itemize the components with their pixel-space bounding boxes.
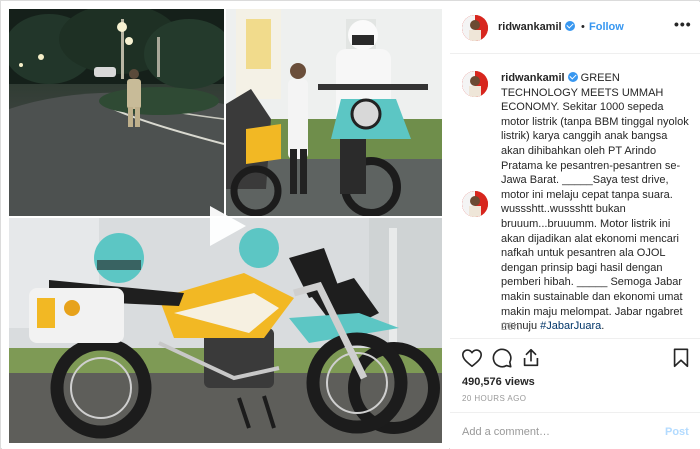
video-media[interactable] xyxy=(2,2,449,449)
caption-body: Sekitar 1000 sepeda motor listrik (tanpa… xyxy=(501,101,689,333)
profile-photo xyxy=(462,71,488,97)
post-comment-button[interactable]: Post xyxy=(665,426,689,438)
comment-input[interactable] xyxy=(462,423,652,441)
follow-button[interactable]: Follow xyxy=(589,21,624,33)
posted-timestamp[interactable]: 20 HOURS AGO xyxy=(462,394,526,403)
views-count[interactable]: 490,576 views xyxy=(462,376,535,388)
video-tile-night-street xyxy=(9,9,224,216)
post-details-panel: ridwankamil • Follow ••• ridwankamil GRE… xyxy=(450,2,700,449)
play-icon xyxy=(210,206,246,246)
avatar[interactable] xyxy=(462,15,488,41)
motorcycles-scene xyxy=(9,218,442,443)
caption-avatar[interactable] xyxy=(462,71,488,97)
post-username[interactable]: ridwankamil xyxy=(498,21,575,33)
profile-photo xyxy=(462,15,488,41)
post-caption: ridwankamil GREEN TECHNOLOGY MEETS UMMAH… xyxy=(501,71,693,334)
verified-badge-icon xyxy=(567,72,578,82)
caption-end: . xyxy=(601,320,605,333)
hashtag-link[interactable]: #JabarJuara xyxy=(540,320,601,332)
more-options-icon[interactable]: ••• xyxy=(674,16,692,32)
video-tile-test-drive xyxy=(226,9,442,216)
profile-photo xyxy=(462,191,488,217)
like-button[interactable] xyxy=(461,347,483,369)
bookmark-icon xyxy=(673,348,689,368)
video-tile-motorcycles xyxy=(9,218,442,443)
test-drive-scene xyxy=(226,9,442,216)
heart-icon xyxy=(462,349,482,368)
share-button[interactable] xyxy=(520,347,542,369)
caption-area: ridwankamil GREEN TECHNOLOGY MEETS UMMAH… xyxy=(450,55,700,337)
post-header: ridwankamil • Follow ••• xyxy=(450,2,700,54)
save-button[interactable] xyxy=(670,347,692,369)
comment-button[interactable] xyxy=(491,347,513,369)
caption-username[interactable]: ridwankamil xyxy=(501,72,578,84)
share-icon xyxy=(523,348,539,367)
caption-avatar-secondary[interactable] xyxy=(462,191,488,217)
play-button[interactable] xyxy=(202,202,250,250)
comment-icon xyxy=(492,348,512,368)
header-separator: • xyxy=(581,21,585,33)
post-modal: ridwankamil • Follow ••• ridwankamil GRE… xyxy=(0,0,700,449)
comment-bar: Post xyxy=(450,412,700,449)
post-actions: 490,576 views 20 HOURS AGO xyxy=(450,338,700,408)
night-street-scene xyxy=(9,9,224,216)
verified-badge-icon xyxy=(564,21,575,31)
caption-time[interactable]: 20h xyxy=(501,321,519,333)
